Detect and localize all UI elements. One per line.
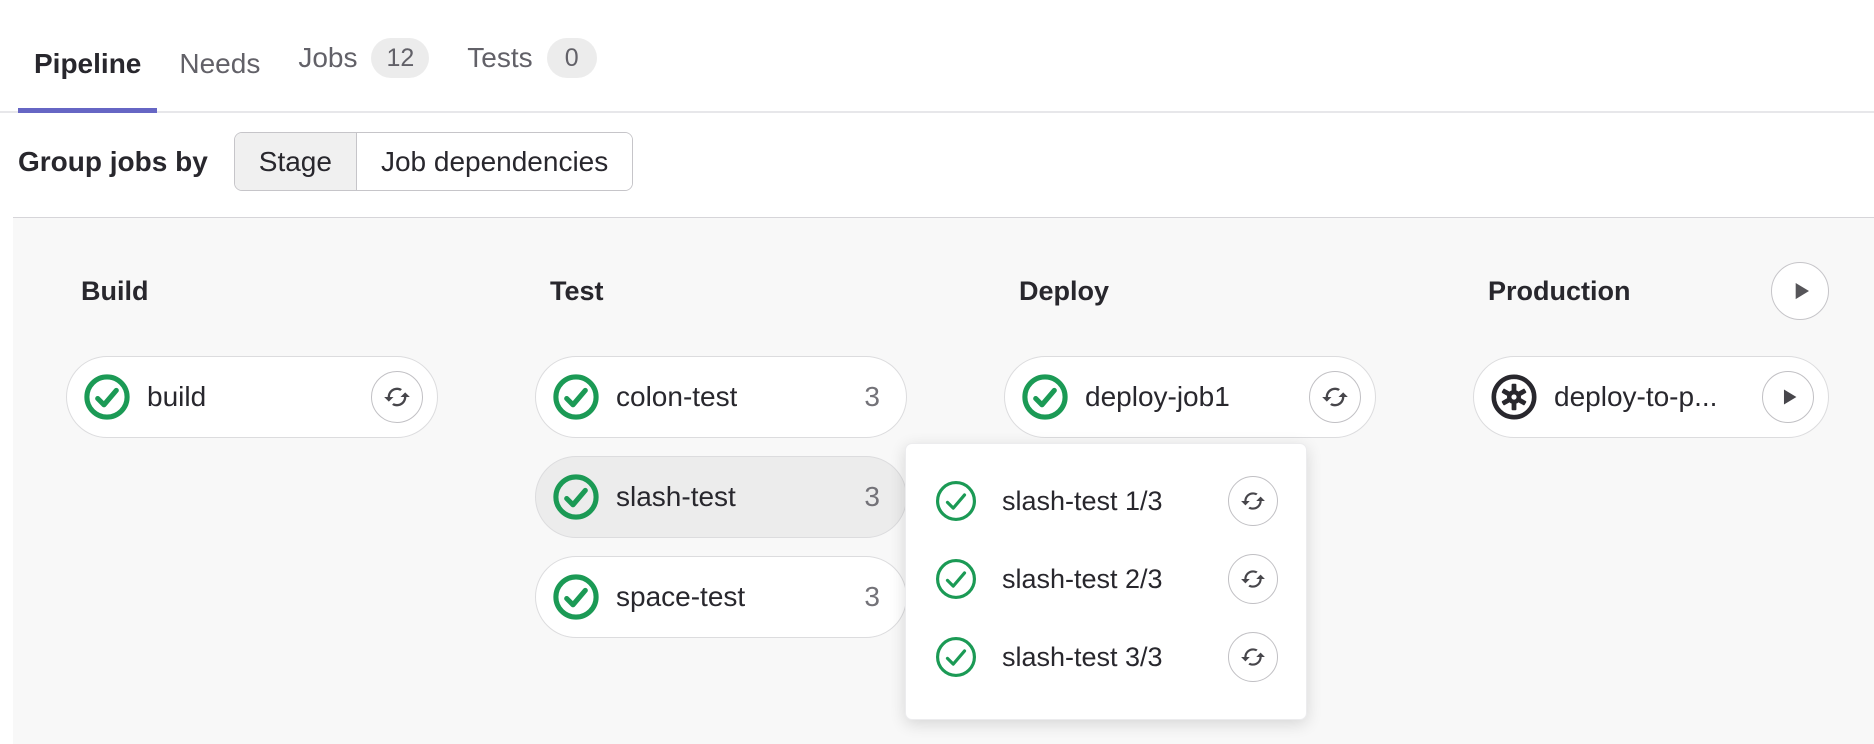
- status-success-icon: [934, 557, 978, 601]
- stage-name: Build: [66, 276, 149, 307]
- play-icon: [1785, 276, 1815, 306]
- tab-bar: Pipeline Needs Jobs 12 Tests 0: [0, 0, 1874, 113]
- tab-label: Tests: [467, 44, 532, 72]
- status-success-icon: [934, 479, 978, 523]
- group-jobs-by-label: Group jobs by: [18, 146, 208, 178]
- stage-play-all-button[interactable]: [1771, 262, 1829, 320]
- pipeline-stage-deploy: Deploy deploy-job1: [1004, 262, 1376, 438]
- stage-jobs: build: [66, 356, 438, 438]
- retry-icon: [1240, 488, 1266, 514]
- stage-jobs: deploy-to-p...: [1473, 356, 1829, 438]
- parallel-job-row-slash-test-1-3[interactable]: slash-test 1/3: [934, 470, 1278, 532]
- pipeline-stage-production: Production deploy-to-p...: [1473, 262, 1829, 438]
- tab-tests[interactable]: Tests 0: [451, 0, 612, 113]
- stage-header: Build: [66, 262, 438, 320]
- parallel-job-row-slash-test-2-3[interactable]: slash-test 2/3: [934, 548, 1278, 610]
- job-name: slash-test 1/3: [1002, 486, 1163, 517]
- status-success-icon: [83, 373, 131, 421]
- job-name: slash-test 2/3: [1002, 564, 1163, 595]
- tab-count-badge: 0: [547, 38, 597, 78]
- parallel-jobs-count: 3: [864, 481, 880, 513]
- tab-pipeline[interactable]: Pipeline: [18, 12, 157, 113]
- stage-name: Production: [1473, 276, 1631, 307]
- job-group-dropdown-items: slash-test 1/3 slash-test 2/3 slash-test…: [934, 470, 1278, 688]
- stage-header: Test: [535, 262, 907, 320]
- retry-job-button[interactable]: [371, 371, 423, 423]
- status-success-icon: [552, 573, 600, 621]
- pipeline-stage-test: Test colon-test 3 slash-test 3 space-tes…: [535, 262, 907, 638]
- play-icon: [1774, 383, 1802, 411]
- tab-label: Jobs: [298, 44, 357, 72]
- job-name: deploy-job1: [1085, 381, 1230, 413]
- tab-label: Needs: [179, 50, 260, 78]
- job-name: slash-test: [616, 481, 736, 513]
- tab-needs[interactable]: Needs: [163, 12, 276, 113]
- job-name: deploy-to-p...: [1554, 381, 1717, 413]
- job-pill-colon-test[interactable]: colon-test 3: [535, 356, 907, 438]
- tab-label: Pipeline: [34, 50, 141, 78]
- group-by-option-stage[interactable]: Stage: [235, 133, 356, 190]
- stage-jobs: colon-test 3 slash-test 3 space-test 3: [535, 356, 907, 638]
- job-pill-slash-test[interactable]: slash-test 3: [535, 456, 907, 538]
- job-pill-deploy-to-p[interactable]: deploy-to-p...: [1473, 356, 1829, 438]
- stage-header: Deploy: [1004, 262, 1376, 320]
- status-success-icon: [552, 373, 600, 421]
- tab-count-badge: 12: [371, 38, 429, 78]
- retry-job-button[interactable]: [1228, 554, 1278, 604]
- status-manual-icon: [1490, 373, 1538, 421]
- stage-jobs: deploy-job1: [1004, 356, 1376, 438]
- job-name: build: [147, 381, 206, 413]
- stage-name: Test: [535, 276, 604, 307]
- pipeline-stage-build: Build build: [66, 262, 438, 438]
- retry-icon: [1240, 644, 1266, 670]
- retry-icon: [1240, 566, 1266, 592]
- job-name: space-test: [616, 581, 745, 613]
- job-group-dropdown: slash-test 1/3 slash-test 2/3 slash-test…: [905, 443, 1307, 720]
- job-pill-deploy-job1[interactable]: deploy-job1: [1004, 356, 1376, 438]
- job-pill-space-test[interactable]: space-test 3: [535, 556, 907, 638]
- group-by-segmented-control: StageJob dependencies: [234, 132, 633, 191]
- stage-header: Production: [1473, 262, 1829, 320]
- retry-icon: [1321, 383, 1349, 411]
- play-job-button[interactable]: [1762, 371, 1814, 423]
- retry-icon: [383, 383, 411, 411]
- retry-job-button[interactable]: [1228, 632, 1278, 682]
- group-jobs-controls: Group jobs by StageJob dependencies: [0, 132, 1874, 191]
- job-pill-build[interactable]: build: [66, 356, 438, 438]
- status-success-icon: [552, 473, 600, 521]
- job-name: colon-test: [616, 381, 737, 413]
- retry-job-button[interactable]: [1309, 371, 1361, 423]
- retry-job-button[interactable]: [1228, 476, 1278, 526]
- parallel-job-row-slash-test-3-3[interactable]: slash-test 3/3: [934, 626, 1278, 688]
- job-name: slash-test 3/3: [1002, 642, 1163, 673]
- parallel-jobs-count: 3: [864, 581, 880, 613]
- parallel-jobs-count: 3: [864, 381, 880, 413]
- status-success-icon: [1021, 373, 1069, 421]
- group-by-option-job-dependencies[interactable]: Job dependencies: [356, 133, 632, 190]
- status-success-icon: [934, 635, 978, 679]
- tab-jobs[interactable]: Jobs 12: [282, 0, 445, 113]
- stage-name: Deploy: [1004, 276, 1109, 307]
